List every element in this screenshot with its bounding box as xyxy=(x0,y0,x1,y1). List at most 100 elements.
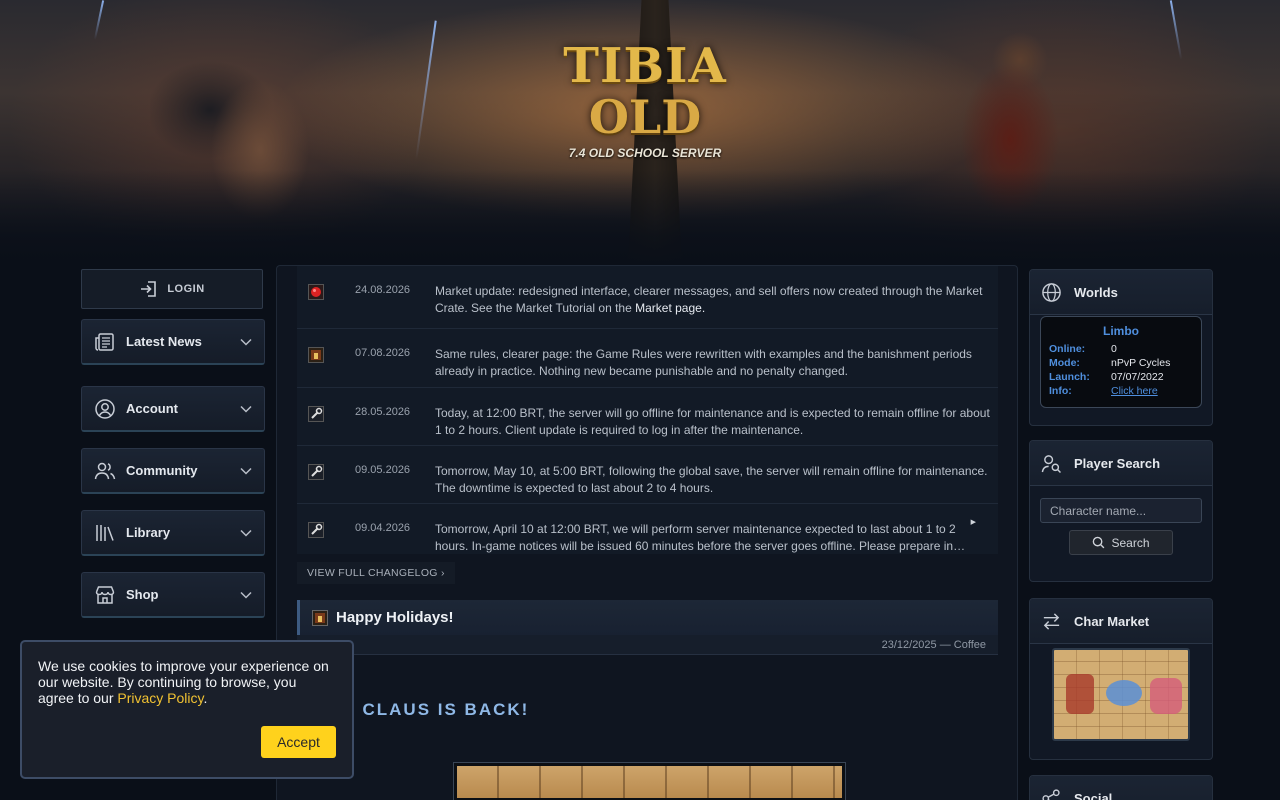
red-orb-icon xyxy=(308,284,324,300)
news-meta: 23/12/2025 — Coffee xyxy=(297,635,998,655)
news-title[interactable]: Happy Holidays! xyxy=(336,609,454,626)
world-card: Limbo Online: 0 Mode: nPvP Cycles Launch: 0… xyxy=(1040,316,1202,408)
sidebar-item-label: Account xyxy=(126,401,178,416)
world-row-value: 0 xyxy=(1111,343,1117,355)
world-row: Mode: nPvP Cycles xyxy=(1049,356,1193,370)
worlds-header: Worlds xyxy=(1030,270,1212,315)
user-circle-icon xyxy=(95,398,115,419)
login-label: LOGIN xyxy=(167,283,205,295)
changelog-date: 24.08.2026 xyxy=(355,284,411,296)
logo-line-1: TIBIA xyxy=(563,38,727,94)
sidebar-item-label: Shop xyxy=(126,587,159,602)
chevron-down-icon xyxy=(240,529,252,537)
search-icon xyxy=(1093,536,1105,549)
world-row-value: 07/07/2022 xyxy=(1111,371,1164,383)
player-search-header: Player Search xyxy=(1030,441,1212,486)
changelog-date: 28.05.2026 xyxy=(355,406,411,418)
lightning-decoration xyxy=(1169,0,1183,60)
changelog-row: 07.08.2026 Same rules, clearer page: the… xyxy=(297,329,998,388)
changelog-date: 07.08.2026 xyxy=(355,347,411,359)
wrench-icon xyxy=(308,406,324,422)
lightning-decoration xyxy=(93,0,105,40)
search-button[interactable]: Search xyxy=(1069,530,1173,555)
chevron-down-icon xyxy=(240,591,252,599)
site-logo[interactable]: TIBIA OLD 7.4 OLD SCHOOL SERVER xyxy=(560,40,730,190)
changelog-row: 28.05.2026 Today, at 12:00 BRT, the serv… xyxy=(297,388,998,446)
social-title: Social xyxy=(1074,790,1113,800)
chevron-down-icon xyxy=(240,338,252,346)
login-icon xyxy=(141,281,157,297)
chevron-down-icon xyxy=(240,467,252,475)
character-name-input[interactable] xyxy=(1040,498,1202,523)
world-row-key: Info: xyxy=(1049,385,1072,397)
player-search-title: Player Search xyxy=(1074,455,1161,471)
world-row-key: Launch: xyxy=(1049,371,1090,383)
social-header: Social xyxy=(1030,776,1212,800)
world-row: Online: 0 xyxy=(1049,342,1193,356)
sidebar-item-community[interactable]: Community xyxy=(81,448,265,494)
rules-book-icon xyxy=(312,609,328,626)
main-content: 24.08.2026 Market update: redesigned int… xyxy=(276,265,1018,800)
world-row-key: Online: xyxy=(1049,343,1086,355)
social-panel: Social xyxy=(1029,775,1213,800)
store-icon xyxy=(95,585,115,604)
char-market-header: Char Market xyxy=(1030,599,1212,644)
cookie-text: We use cookies to improve your experienc… xyxy=(38,658,336,706)
rules-book-icon xyxy=(308,347,324,363)
char-market-image[interactable] xyxy=(1052,648,1190,741)
search-button-label: Search xyxy=(1111,535,1150,550)
wrench-icon xyxy=(308,464,324,480)
share-icon xyxy=(1042,788,1060,800)
users-icon xyxy=(94,462,116,479)
worlds-title: Worlds xyxy=(1074,284,1118,300)
changelog-text-body: Market update: redesigned interface, cle… xyxy=(435,284,983,315)
changelog-text: Market update: redesigned interface, cle… xyxy=(435,283,991,317)
world-name[interactable]: Limbo xyxy=(1049,324,1193,338)
changelog-text: Same rules, clearer page: the Game Rules… xyxy=(435,347,972,378)
newspaper-icon xyxy=(95,332,114,351)
user-search-icon xyxy=(1041,454,1061,473)
changelog-date: 09.04.2026 xyxy=(355,522,411,534)
logo-tagline: 7.4 OLD SCHOOL SERVER xyxy=(568,146,722,160)
cookie-banner: We use cookies to improve your experienc… xyxy=(20,640,354,779)
news-image xyxy=(453,762,846,800)
sidebar-item-label: Library xyxy=(126,525,171,540)
lightning-decoration xyxy=(415,20,437,160)
player-search-panel: Player Search Search xyxy=(1029,440,1213,582)
sidebar-item-shop[interactable]: Shop xyxy=(81,572,265,618)
login-button[interactable]: LOGIN xyxy=(81,269,263,309)
changelog-row: 24.08.2026 Market update: redesigned int… xyxy=(297,266,998,329)
changelog-row: 09.04.2026 Tomorrow, April 10 at 12:00 B… xyxy=(297,504,998,554)
char-market-title: Char Market xyxy=(1074,613,1150,629)
view-full-changelog-link[interactable]: VIEW FULL CHANGELOG › xyxy=(297,562,455,584)
globe-icon xyxy=(1042,282,1061,302)
sidebar-item-label: Community xyxy=(126,463,198,478)
world-row-key: Mode: xyxy=(1049,357,1080,369)
char-market-panel: Char Market xyxy=(1029,598,1213,760)
changelog-date: 09.05.2026 xyxy=(355,464,411,476)
cookie-text-end: . xyxy=(203,690,208,706)
world-row: Launch: 07/07/2022 xyxy=(1049,370,1193,384)
privacy-policy-link[interactable]: Privacy Policy xyxy=(117,690,203,706)
world-info-link[interactable]: Click here xyxy=(1111,384,1158,398)
logo-line-2: OLD xyxy=(588,90,702,144)
sidebar-item-account[interactable]: Account xyxy=(81,386,265,432)
sidebar-item-label: Latest News xyxy=(126,334,202,349)
changelog-text: Today, at 12:00 BRT, the server will go … xyxy=(435,406,990,437)
chevron-down-icon xyxy=(240,405,252,413)
world-row: Info: Click here xyxy=(1049,384,1193,398)
accept-cookies-button[interactable]: Accept xyxy=(261,726,336,758)
changelog-text: Tomorrow, May 10, at 5:00 BRT, following… xyxy=(435,464,988,495)
sidebar-item-latest-news[interactable]: Latest News xyxy=(81,319,265,365)
sidebar-item-library[interactable]: Library xyxy=(81,510,265,556)
worlds-panel: Worlds Limbo Online: 0 Mode: nPvP Cycles L… xyxy=(1029,269,1213,426)
news-header: Happy Holidays! xyxy=(297,600,998,635)
exchange-icon xyxy=(1043,612,1060,630)
header-banner: TIBIA OLD 7.4 OLD SCHOOL SERVER xyxy=(0,0,1280,265)
world-row-value: nPvP Cycles xyxy=(1111,357,1171,369)
scroll-marker-icon: ▶ xyxy=(970,519,976,526)
changelog-text: Tomorrow, April 10 at 12:00 BRT, we will… xyxy=(435,522,966,553)
changelog-row: 09.05.2026 Tomorrow, May 10, at 5:00 BRT… xyxy=(297,446,998,504)
wrench-icon xyxy=(308,522,324,538)
market-page-link[interactable]: Market page. xyxy=(635,301,705,315)
